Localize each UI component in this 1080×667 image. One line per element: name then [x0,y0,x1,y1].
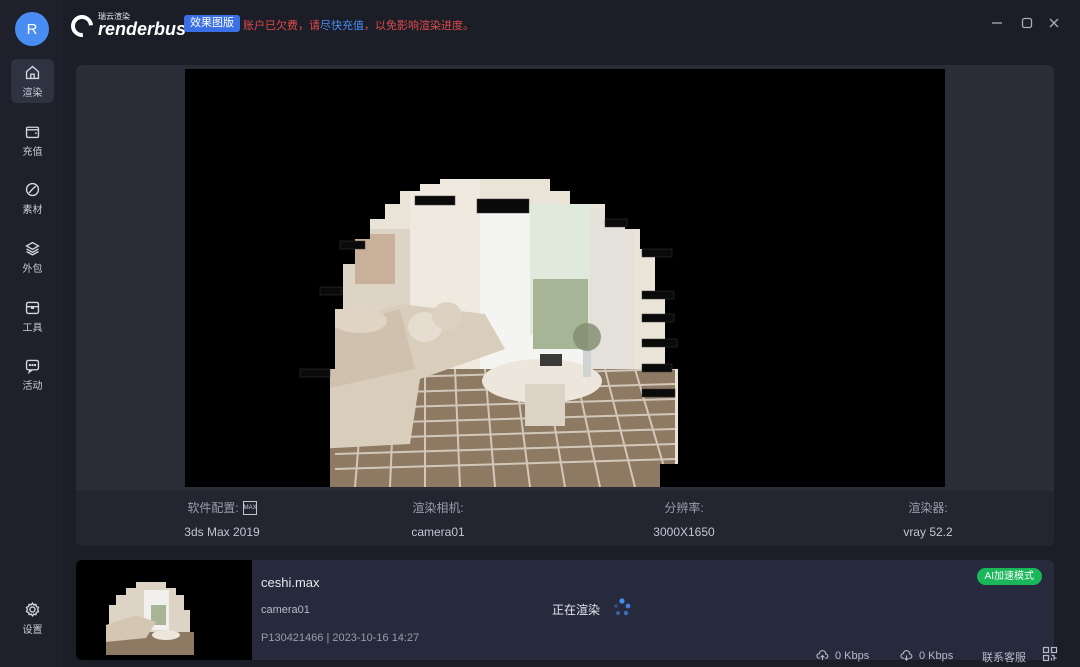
resolution-label: 分辨率: [664,501,704,515]
minimize-icon [992,22,1002,24]
close-icon [1049,18,1059,28]
loading-spinner-icon [614,598,631,616]
sidebar-item-label: 活动 [22,380,43,392]
toolbox-icon [25,301,40,314]
renderer-label: 渲染器: [908,501,948,515]
material-icon [25,182,40,196]
job-status: 正在渲染 [552,603,601,617]
render-preview-graphic [299,179,678,487]
titlebar: 瑞云渲染 renderbus 效果图版 账户已欠费，请尽快充值，以免影响渲染进度… [63,0,1080,48]
download-speed: 0 Kbps [900,649,953,662]
upload-speed: 0 Kbps [816,649,869,662]
renderer-info: 渲染器: vray 52.2 [828,499,1028,539]
job-file-name: ceshi.max [261,575,320,590]
download-speed-value: 0 Kbps [919,649,954,662]
minimize-button[interactable] [990,16,1004,30]
cloud-upload-icon [816,650,829,661]
sidebar-item-render[interactable]: 渲染 [11,59,54,103]
close-button[interactable] [1047,16,1061,30]
sidebar-item-label: 外包 [22,263,43,275]
contact-support-label: 联系客服 [982,652,1026,664]
logo-en-text: renderbus [98,19,187,39]
sidebar-item-label: 充值 [22,146,43,158]
render-job-card[interactable]: ceshi.max camera01 P130421466 | 2023-10-… [76,560,1054,660]
sidebar-item-material[interactable]: 素材 [11,176,54,220]
render-preview-image [185,69,945,487]
job-camera: camera01 [261,604,310,616]
sidebar-item-label: 设置 [22,624,43,636]
effect-edition-badge: 效果图版 [184,15,240,32]
sidebar-item-activity[interactable]: 活动 [11,352,54,396]
contact-support-link[interactable]: 联系客服 [982,649,1026,665]
qr-code-icon [1042,646,1058,662]
job-thumbnail [76,560,252,660]
render-preview-panel: 软件配置: MAX 3ds Max 2019 渲染相机: camera01 分辨率… [76,65,1054,546]
software-value: 3ds Max 2019 [184,525,260,539]
sidebar-item-outsource[interactable]: 外包 [11,235,54,279]
renderbus-logo: 瑞云渲染 renderbus [66,10,187,41]
cloud-download-icon [900,650,913,661]
resolution-info: 分辨率: 3000X1650 [584,499,784,539]
sidebar-item-settings[interactable]: 设置 [11,596,54,640]
ai-acceleration-badge: AI加速模式 [976,568,1042,585]
recharge-link[interactable]: 尽快充值 [320,20,364,32]
notice-suffix: ，以免影响渲染进度。 [364,20,474,32]
renderer-value: vray 52.2 [903,525,953,539]
software-label: 软件配置: [187,501,239,515]
sidebar-item-label: 渲染 [22,87,43,99]
camera-label: 渲染相机: [412,501,464,515]
sidebar-item-label: 素材 [22,204,43,216]
sidebar: R 渲染 充值 素材 外包 工具 活动 设置 [0,0,63,667]
software-info: 软件配置: MAX 3ds Max 2019 [122,499,322,539]
max-icon: MAX [242,500,257,515]
maximize-icon [1021,17,1033,29]
wallet-icon [25,126,40,138]
upload-speed-value: 0 Kbps [835,649,870,662]
resolution-value: 3000X1650 [653,525,715,539]
render-info-bar: 软件配置: MAX 3ds Max 2019 渲染相机: camera01 分辨率… [76,491,1054,546]
avatar[interactable]: R [15,12,49,46]
app-window: R 渲染 充值 素材 外包 工具 活动 设置 瑞云渲染 renderbus 效果… [0,0,1080,667]
home-icon [25,65,40,79]
sidebar-item-label: 工具 [22,322,43,334]
qr-code-button[interactable] [1042,646,1064,662]
camera-info: 渲染相机: camera01 [338,499,538,539]
chat-icon [25,359,40,374]
notice-prefix: 账户已欠费，请 [243,20,320,32]
layers-icon [25,241,40,256]
sidebar-item-recharge[interactable]: 充值 [11,118,54,162]
gear-icon [25,601,40,617]
arrears-notice: 账户已欠费，请尽快充值，以免影响渲染进度。 [243,17,474,33]
job-meta: P130421466 | 2023-10-16 14:27 [261,632,420,644]
logo-mark-icon [66,10,98,41]
maximize-button[interactable] [1020,16,1034,30]
sidebar-item-tools[interactable]: 工具 [11,294,54,338]
camera-value: camera01 [411,525,465,539]
